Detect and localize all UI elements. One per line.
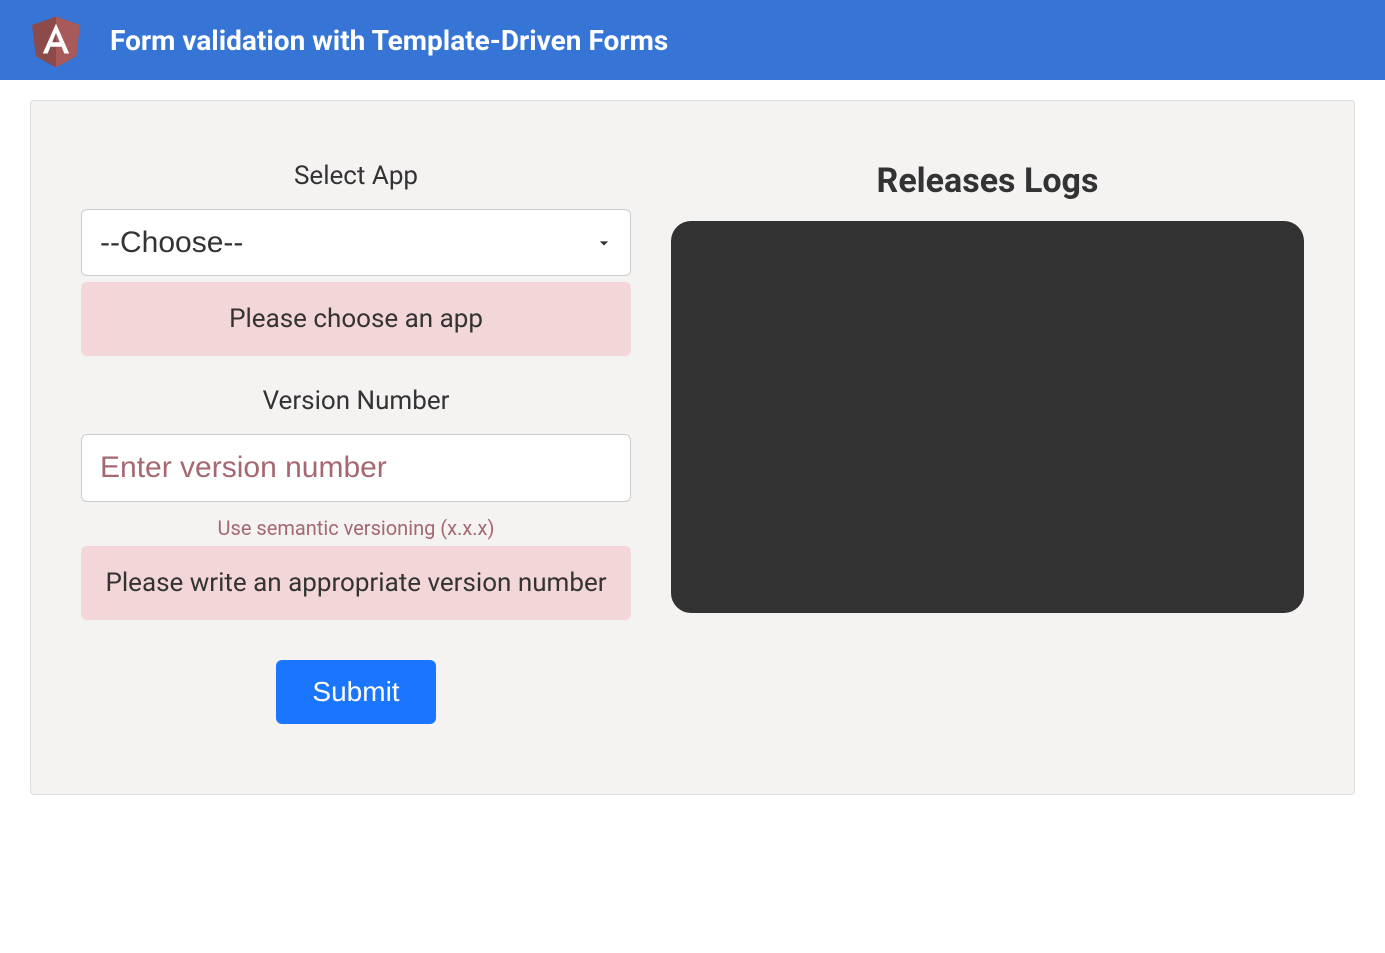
main-container: Select App --Choose-- Please choose an a… — [30, 100, 1355, 795]
logs-panel — [671, 221, 1304, 613]
version-label: Version Number — [263, 386, 450, 416]
version-error: Please write an appropriate version numb… — [81, 546, 631, 620]
angular-logo-icon — [28, 12, 84, 68]
form-column: Select App --Choose-- Please choose an a… — [81, 161, 631, 724]
select-app-label: Select App — [294, 161, 418, 191]
select-app-group: Select App --Choose-- Please choose an a… — [81, 161, 631, 356]
logs-title: Releases Logs — [877, 161, 1099, 201]
logs-column: Releases Logs — [671, 161, 1304, 724]
select-app-error: Please choose an app — [81, 282, 631, 356]
version-group: Version Number Use semantic versioning (… — [81, 386, 631, 620]
page-header: Form validation with Template-Driven For… — [0, 0, 1385, 80]
version-input[interactable] — [81, 434, 631, 502]
version-help-text: Use semantic versioning (x.x.x) — [218, 516, 495, 540]
select-app-dropdown[interactable]: --Choose-- — [81, 209, 631, 276]
submit-button[interactable]: Submit — [276, 660, 435, 724]
page-title: Form validation with Template-Driven For… — [110, 24, 668, 57]
